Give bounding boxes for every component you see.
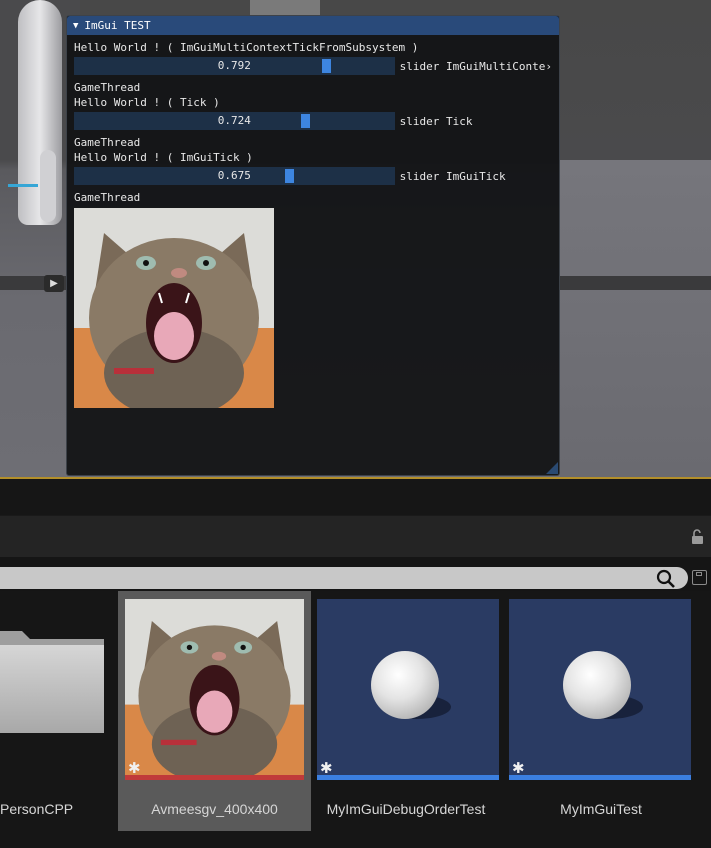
search-input[interactable] [0,567,688,589]
float-slider[interactable]: 0.792 [74,57,395,75]
asset-thumbnail [125,599,304,775]
content-browser-toolbar [0,515,711,558]
ledge [560,276,711,290]
floor-block [560,160,711,477]
asset-thumbnail [317,599,499,775]
thread-text: GameThread [74,136,141,149]
collapse-arrow-icon[interactable]: ▼ [73,21,78,31]
mannequin-leg [40,150,56,222]
imgui-content: Hello World ! ( ImGuiMultiContextTickFro… [74,40,559,408]
folder-icon [0,631,104,733]
slider-row: 0.675 slider ImGuiTick [74,166,559,186]
asset-tile-blueprint[interactable]: ✱ MyImGuiDebugOrderTest [316,591,502,831]
asset-label: MyImGuiDebugOrderTest [326,801,486,817]
asset-tile-folder[interactable]: PersonCPP [0,591,112,831]
play-icon: ▶ [50,278,58,289]
asset-tile-blueprint[interactable]: ✱ MyImGuiTest [508,591,694,831]
hello-text: Hello World ! ( Tick ) [74,96,220,109]
asset-label: Avmeesgv_400x400 [151,801,278,817]
play-button[interactable]: ▶ [44,275,64,292]
slider-value: 0.792 [217,59,251,72]
slider-label: slider Tick [399,114,473,128]
asset-type-bar [317,775,499,780]
toolbar-strip [0,479,711,515]
slider-value: 0.675 [217,169,251,182]
asset-grid: PersonCPP ✱ Avmeesgv_400x400 ✱ MyImGuiDe… [0,591,711,848]
search-row [0,567,711,591]
separator [0,557,711,567]
screaming-cat-image [74,208,274,408]
float-slider[interactable]: 0.724 [74,112,395,130]
asset-label: PersonCPP [0,801,74,817]
slider-row: 0.792 slider ImGuiMultiConte› [74,56,559,76]
thread-text: GameThread [74,191,141,204]
slider-label: slider ImGuiTick [399,169,506,183]
sphere-preview [371,651,439,719]
padlock-unlocked-icon[interactable] [691,529,707,545]
hello-text: Hello World ! ( ImGuiTick ) [74,151,253,164]
imgui-window[interactable]: ▼ ImGui TEST Hello World ! ( ImGuiMultiC… [66,15,560,476]
asset-type-bar [509,775,691,780]
sphere-preview [563,651,631,719]
imgui-title-bar[interactable]: ▼ ImGui TEST [67,16,559,35]
background-geometry [250,0,320,15]
save-icon[interactable] [692,570,707,585]
thread-text: GameThread [74,81,141,94]
slider-row: 0.724 slider Tick [74,111,559,131]
level-viewport[interactable]: ▶ ▼ ImGui TEST Hello World ! ( ImGuiMult… [0,0,711,477]
asset-thumbnail [509,599,691,775]
search-icon[interactable] [656,569,676,589]
slider-value: 0.724 [217,114,251,127]
imgui-window-title: ImGui TEST [84,19,151,32]
screaming-cat-image [125,599,304,775]
asset-type-bar [125,775,304,780]
hello-text: Hello World ! ( ImGuiMultiContextTickFro… [74,41,419,54]
viewport-marker [8,184,38,187]
slider-label: slider ImGuiMultiConte› [399,59,552,73]
asset-label: MyImGuiTest [560,801,642,817]
resize-grip[interactable] [546,462,558,474]
float-slider[interactable]: 0.675 [74,167,395,185]
asset-tile-texture[interactable]: ✱ Avmeesgv_400x400 [118,591,311,831]
